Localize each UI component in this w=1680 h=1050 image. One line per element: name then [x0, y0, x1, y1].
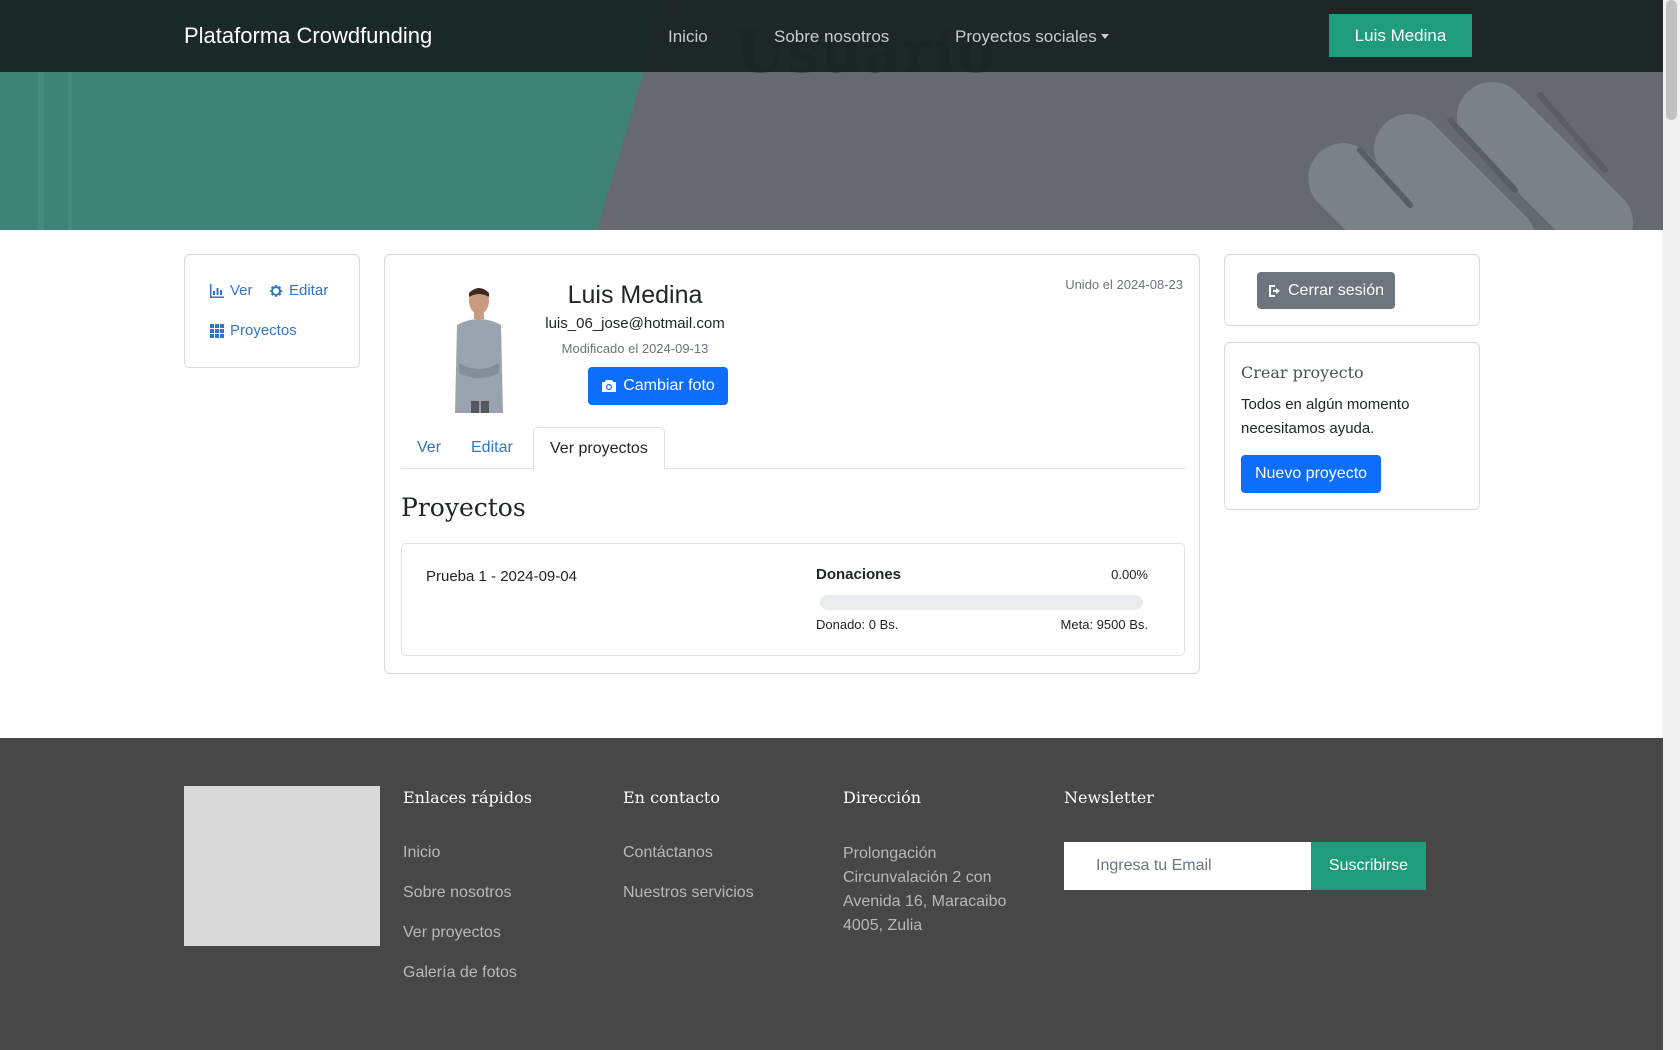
footer-link-servicios[interactable]: Nuestros servicios: [623, 884, 754, 902]
footer-address: Prolongación Circunvalación 2 con Avenid…: [843, 845, 1007, 934]
footer-quick-links-title: Enlaces rápidos: [403, 788, 532, 807]
projects-heading: Proyectos: [401, 493, 526, 522]
newsletter-email-input[interactable]: [1064, 842, 1311, 890]
sidebar-link-editar[interactable]: Editar: [268, 282, 328, 299]
footer-link-ver-proyectos[interactable]: Ver proyectos: [403, 924, 501, 942]
subscribe-button[interactable]: Suscribirse: [1311, 842, 1426, 890]
sidebar-link-label: Proyectos: [230, 322, 297, 339]
create-project-title: Crear proyecto: [1241, 363, 1364, 382]
sidebar-link-ver[interactable]: Ver: [209, 282, 253, 299]
tab-editar[interactable]: Editar: [455, 427, 529, 469]
profile-joined-date: Unido el 2024-08-23: [1065, 277, 1183, 292]
project-item[interactable]: Prueba 1 - 2024-09-04 Donaciones 0.00% D…: [401, 543, 1185, 656]
donations-progress-bar: [820, 595, 1143, 610]
profile-tabs: Ver Editar Ver proyectos: [401, 427, 1185, 470]
session-card: Cerrar sesión: [1224, 254, 1480, 326]
donated-amount: Donado: 0 Bs.: [816, 617, 899, 632]
nav-link-inicio[interactable]: Inicio: [668, 27, 708, 47]
user-menu-button[interactable]: Luis Medina: [1329, 14, 1472, 57]
brand-logo-text[interactable]: Plataforma Crowdfunding: [184, 23, 432, 49]
sidebar-link-label: Editar: [289, 282, 329, 299]
profile-name: Luis Medina: [567, 281, 703, 309]
new-project-button[interactable]: Nuevo proyecto: [1241, 455, 1381, 493]
tab-ver[interactable]: Ver: [401, 427, 457, 469]
camera-icon: [602, 380, 617, 392]
profile-avatar: [455, 288, 503, 413]
profile-modified-date: Modificado el 2024-09-13: [561, 341, 709, 356]
create-project-text: Todos en algún momento necesitamos ayuda…: [1241, 396, 1410, 437]
logout-button[interactable]: Cerrar sesión: [1257, 272, 1395, 309]
gear-icon: [269, 284, 283, 297]
change-photo-label: Cambiar foto: [623, 377, 715, 394]
footer-link-contactanos[interactable]: Contáctanos: [623, 844, 713, 862]
top-navbar: Plataforma Crowdfunding Inicio Sobre nos…: [0, 0, 1663, 72]
profile-sidebar-nav: Ver Editar Proyectos: [184, 254, 360, 368]
donations-percent: 0.00%: [1111, 567, 1148, 582]
profile-email: luis_06_jose@hotmail.com: [545, 315, 725, 332]
page-scrollbar[interactable]: [1663, 0, 1680, 1050]
footer: Enlaces rápidos Inicio Sobre nosotros Ve…: [0, 738, 1663, 1050]
project-name: Prueba 1 - 2024-09-04: [426, 568, 577, 585]
footer-link-sobre-nosotros[interactable]: Sobre nosotros: [403, 884, 512, 902]
footer-link-galeria[interactable]: Galería de fotos: [403, 964, 517, 982]
footer-link-inicio[interactable]: Inicio: [403, 844, 440, 862]
goal-amount: Meta: 9500 Bs.: [1060, 617, 1148, 632]
change-photo-button[interactable]: Cambiar foto: [588, 367, 728, 405]
sign-out-icon: [1268, 284, 1280, 297]
sidebar-link-proyectos[interactable]: Proyectos: [209, 322, 297, 339]
logout-label: Cerrar sesión: [1287, 281, 1385, 299]
donations-label: Donaciones: [816, 566, 902, 583]
bar-chart-icon: [210, 283, 224, 298]
page-scrollbar-thumb[interactable]: [1666, 0, 1677, 120]
profile-card: Luis Medina luis_06_jose@hotmail.com Mod…: [384, 254, 1200, 674]
nav-dropdown-proyectos-sociales[interactable]: Proyectos sociales: [955, 27, 1109, 47]
footer-logo-placeholder: [184, 786, 380, 946]
footer-address-title: Dirección: [843, 788, 922, 807]
footer-newsletter-title: Newsletter: [1064, 788, 1154, 807]
grid-icon: [210, 323, 224, 338]
footer-contact-title: En contacto: [623, 788, 720, 807]
tab-ver-proyectos[interactable]: Ver proyectos: [533, 427, 665, 470]
nav-link-sobre-nosotros[interactable]: Sobre nosotros: [774, 27, 889, 47]
create-project-card: Crear proyecto Todos en algún momento ne…: [1224, 342, 1480, 510]
sidebar-link-label: Ver: [230, 282, 253, 299]
